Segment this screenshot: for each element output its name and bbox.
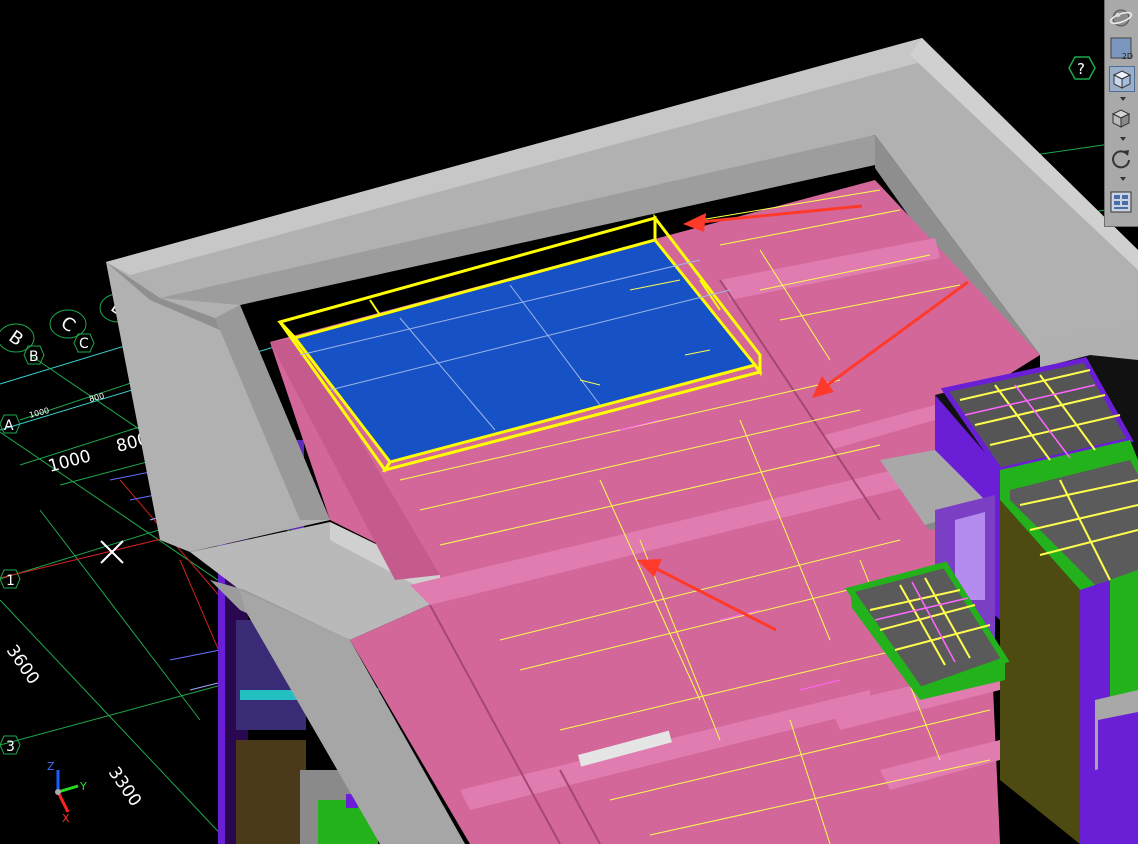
axis-gizmo-y: Y xyxy=(79,780,87,793)
view-2d-button[interactable]: 2D xyxy=(1109,36,1135,62)
svg-text:C: C xyxy=(57,312,79,336)
axis-bubble-1: 1 xyxy=(0,569,21,589)
svg-text:B: B xyxy=(5,326,27,350)
dim-label-3600: 3600 xyxy=(2,641,43,688)
axis-gizmo-x: X xyxy=(62,812,70,825)
top-cube-view-button[interactable] xyxy=(1109,66,1135,92)
circled-axis-B: B xyxy=(0,323,35,353)
display-settings-button[interactable] xyxy=(1109,190,1135,216)
svg-text:C: C xyxy=(79,336,89,352)
view-2d-badge: 2D xyxy=(1121,52,1133,61)
dim-label-3300: 3300 xyxy=(104,763,145,810)
orbit-button[interactable] xyxy=(1109,6,1135,32)
top-cube-view-dropdown-icon[interactable] xyxy=(1120,97,1126,101)
display-settings-icon xyxy=(1110,191,1132,213)
svg-text:1: 1 xyxy=(6,573,15,589)
model-3d-viewport[interactable]: A B C D B C D 1 3 5 1 1000 800 800 3600 … xyxy=(0,0,1138,844)
side-cube-view-dropdown-icon[interactable] xyxy=(1120,137,1126,141)
svg-text:?: ? xyxy=(1077,60,1085,78)
cube-top-icon xyxy=(1112,70,1132,89)
small-dim-800-a: 800 xyxy=(88,391,105,404)
svg-text:A: A xyxy=(4,418,14,434)
axis-bubble-3: 3 xyxy=(0,735,21,755)
orbit-icon xyxy=(1109,9,1133,27)
rotate-icon xyxy=(1112,150,1130,169)
cube-side-icon xyxy=(1111,109,1131,128)
rotate-dropdown-icon[interactable] xyxy=(1120,177,1126,181)
axis-gizmo-z: Z xyxy=(47,760,55,773)
svg-text:3: 3 xyxy=(6,739,15,755)
rotate-button[interactable] xyxy=(1109,146,1135,172)
view-toolbar: 2D xyxy=(1104,0,1138,227)
side-cube-view-button[interactable] xyxy=(1109,106,1135,132)
svg-text:B: B xyxy=(29,349,39,365)
axis-gizmo: Z Y X xyxy=(47,760,87,825)
help-icon[interactable]: ? xyxy=(1068,56,1096,80)
dim-label-1000: 1000 xyxy=(46,446,93,477)
circled-axis-C: C xyxy=(49,309,87,339)
